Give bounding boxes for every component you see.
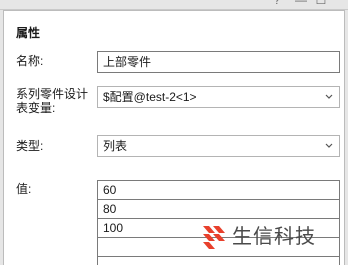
variable-select[interactable]: $配置@test-2<1>	[97, 86, 340, 108]
variable-label-line1: 系列零件设计	[16, 87, 89, 101]
variable-label: 系列零件设计 表变量:	[16, 87, 88, 115]
chevron-down-icon	[325, 143, 333, 148]
list-item[interactable]: 80	[98, 200, 339, 219]
type-select-value: 列表	[103, 139, 128, 153]
values-label: 值:	[16, 182, 32, 196]
type-label: 类型:	[16, 139, 44, 153]
group-title: 属性	[16, 26, 41, 40]
name-label: 名称:	[16, 54, 44, 68]
variable-select-value: $配置@test-2<1>	[103, 90, 197, 104]
watermark: 生信科技	[201, 221, 316, 251]
watermark-text: 生信科技	[232, 224, 316, 248]
title-bar: ? — ☐	[0, 0, 348, 10]
name-input[interactable]: 上部零件	[97, 51, 340, 73]
help-button[interactable]: ?	[270, 0, 284, 7]
variable-label-line2: 表变量:	[16, 101, 56, 115]
chevron-down-icon	[325, 94, 333, 99]
maximize-button[interactable]: ☐	[314, 0, 328, 7]
list-item[interactable]: 60	[98, 181, 339, 200]
type-select[interactable]: 列表	[97, 135, 340, 157]
minimize-button[interactable]: —	[294, 0, 308, 7]
stripes-logo-icon	[203, 226, 225, 249]
